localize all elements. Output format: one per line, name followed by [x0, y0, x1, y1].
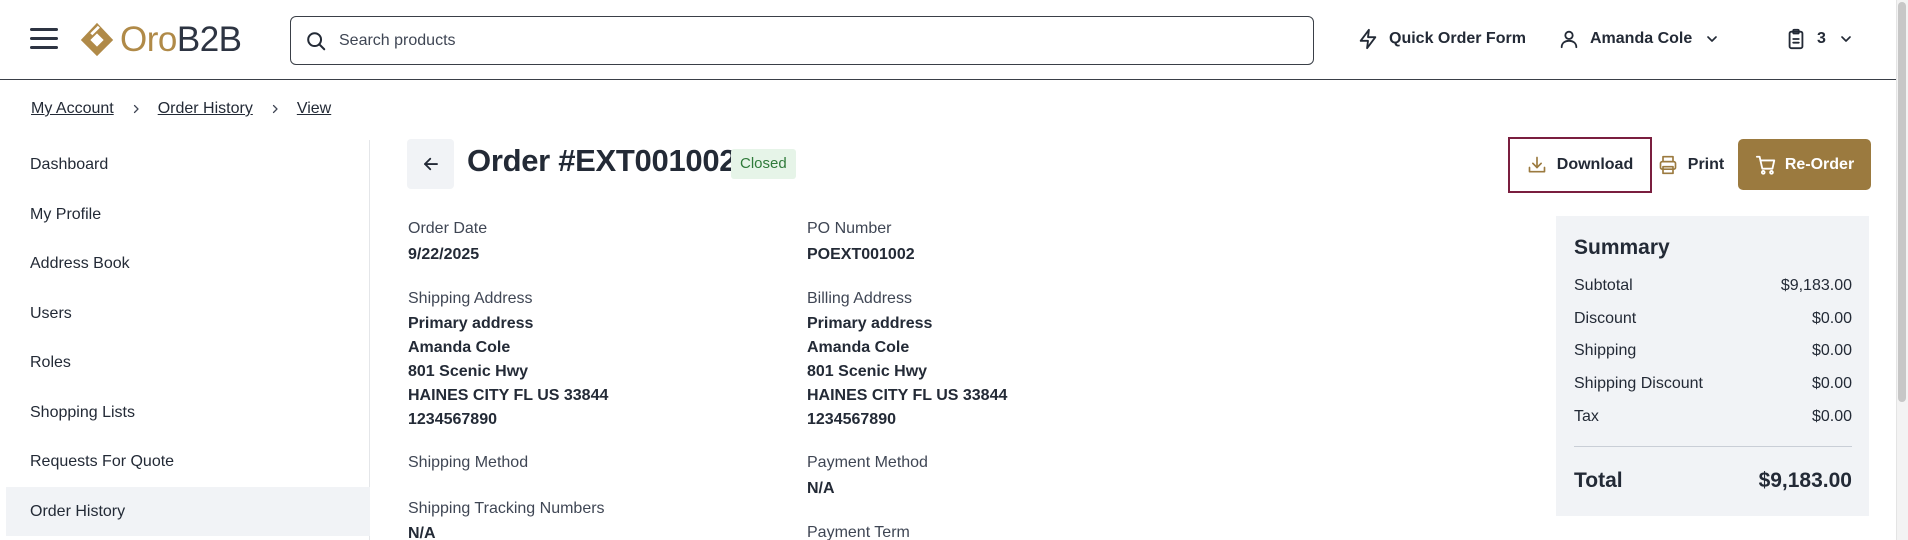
status-badge: Closed — [731, 149, 796, 179]
quick-order-form-label: Quick Order Form — [1389, 30, 1526, 47]
summary-value: $0.00 — [1811, 375, 1852, 392]
sidebar-item-users[interactable]: Users — [6, 289, 370, 338]
page-title: Order #EXT001002 — [467, 143, 737, 178]
search-box[interactable] — [290, 16, 1314, 65]
clipboard-icon — [1788, 28, 1804, 50]
summary-value: $0.00 — [1811, 310, 1852, 327]
user-icon — [1560, 30, 1578, 49]
shopping-list-count: 3 — [1817, 30, 1826, 47]
order-summary: Summary Subtotal $9,183.00 Discount $0.0… — [1556, 216, 1869, 516]
billing-address-line: 1234567890 — [807, 411, 896, 428]
download-icon — [1528, 156, 1546, 173]
summary-value: $9,183.00 — [1780, 277, 1852, 294]
search-input[interactable] — [339, 31, 1239, 50]
billing-address-line: Primary address — [807, 315, 933, 332]
chevron-right-icon — [130, 103, 142, 115]
summary-total-label: Total — [1574, 469, 1623, 492]
user-name: Amanda Cole — [1590, 30, 1693, 47]
shipping-address-line: 801 Scenic Hwy — [408, 363, 529, 380]
order-date-value: 9/22/2025 — [408, 246, 480, 263]
print-button[interactable]: Print — [1652, 137, 1730, 193]
sidebar-item-roles[interactable]: Roles — [6, 338, 370, 387]
summary-label: Tax — [1574, 408, 1599, 425]
summary-row-discount: Discount $0.00 — [1574, 310, 1852, 328]
sidebar-item-shopping-lists[interactable]: Shopping Lists — [6, 388, 370, 437]
logo-icon — [80, 22, 114, 57]
shipping-address: Primary address Amanda Cole 801 Scenic H… — [408, 312, 608, 432]
top-header: OroB2B Quick Order Form Amanda Cole 3 — [0, 0, 1908, 80]
shipping-method-label: Shipping Method — [408, 454, 529, 471]
download-label: Download — [1556, 156, 1634, 173]
billing-address-line: 801 Scenic Hwy — [807, 363, 928, 380]
user-menu[interactable]: Amanda Cole — [1558, 28, 1730, 50]
summary-label: Shipping Discount — [1574, 375, 1703, 392]
back-button[interactable] — [407, 139, 454, 189]
sidebar-item-my-profile[interactable]: My Profile — [6, 190, 370, 239]
payment-method-label: Payment Method — [807, 454, 928, 471]
payment-term-label: Payment Term — [807, 524, 910, 540]
reorder-label: Re-Order — [1784, 155, 1855, 173]
summary-value: $0.00 — [1811, 408, 1852, 425]
breadcrumb: My Account Order History View — [31, 100, 331, 118]
summary-value: $0.00 — [1811, 342, 1852, 359]
billing-address-line: Amanda Cole — [807, 339, 910, 356]
shipping-address-line: Amanda Cole — [408, 339, 511, 356]
summary-title: Summary — [1574, 236, 1670, 259]
payment-method-value: N/A — [807, 480, 835, 497]
cart-icon — [1755, 155, 1775, 175]
arrow-left-icon — [423, 157, 438, 171]
breadcrumb-order-history[interactable]: Order History — [158, 100, 253, 118]
tracking-numbers-value: N/A — [408, 525, 436, 540]
po-number-label: PO Number — [807, 220, 892, 237]
menu-icon[interactable] — [30, 28, 58, 52]
shipping-address-label: Shipping Address — [408, 290, 533, 307]
summary-total-value: $9,183.00 — [1758, 469, 1852, 492]
download-button[interactable]: Download — [1508, 137, 1652, 193]
summary-divider — [1574, 446, 1852, 447]
logo[interactable]: OroB2B — [78, 18, 242, 62]
chevron-down-icon — [1707, 36, 1718, 42]
summary-row-tax: Tax $0.00 — [1574, 408, 1852, 426]
summary-row-subtotal: Subtotal $9,183.00 — [1574, 277, 1852, 295]
po-number-value: POEXT001002 — [807, 246, 915, 263]
search-icon — [307, 31, 326, 50]
page-scrollbar[interactable] — [1896, 0, 1908, 540]
breadcrumb-my-account[interactable]: My Account — [31, 100, 114, 118]
sidebar-item-dashboard[interactable]: Dashboard — [6, 140, 370, 189]
sidebar-item-order-history[interactable]: Order History — [6, 487, 370, 536]
printer-icon — [1659, 155, 1677, 175]
shopping-list-menu[interactable]: 3 — [1785, 28, 1864, 50]
chevron-down-icon — [1841, 36, 1851, 42]
summary-row-shipping-discount: Shipping Discount $0.00 — [1574, 375, 1852, 393]
billing-address: Primary address Amanda Cole 801 Scenic H… — [807, 312, 1007, 432]
summary-total: Total $9,183.00 — [1574, 469, 1852, 493]
tracking-numbers-label: Shipping Tracking Numbers — [408, 500, 605, 517]
summary-label: Discount — [1574, 310, 1637, 327]
shipping-address-line: HAINES CITY FL US 33844 — [408, 387, 609, 404]
scrollbar-thumb[interactable] — [1898, 2, 1906, 402]
summary-label: Subtotal — [1574, 277, 1633, 294]
billing-address-label: Billing Address — [807, 290, 912, 307]
summary-row-shipping: Shipping $0.00 — [1574, 342, 1852, 360]
logo-text: OroB2B — [120, 20, 242, 59]
order-date-label: Order Date — [408, 220, 488, 237]
summary-label: Shipping — [1574, 342, 1637, 359]
chevron-right-icon — [269, 103, 281, 115]
sidebar-item-address-book[interactable]: Address Book — [6, 239, 370, 288]
shipping-address-line: Primary address — [408, 315, 534, 332]
shipping-address-line: 1234567890 — [408, 411, 497, 428]
quick-order-form-link[interactable]: Quick Order Form — [1357, 28, 1526, 50]
breadcrumb-view[interactable]: View — [297, 100, 331, 118]
lightning-icon — [1359, 28, 1377, 50]
print-label: Print — [1687, 156, 1725, 173]
sidebar-item-requests-for-quote[interactable]: Requests For Quote — [6, 437, 370, 486]
billing-address-line: HAINES CITY FL US 33844 — [807, 387, 1008, 404]
account-sidebar: Dashboard My Profile Address Book Users … — [6, 140, 370, 540]
reorder-button[interactable]: Re-Order — [1738, 139, 1871, 190]
